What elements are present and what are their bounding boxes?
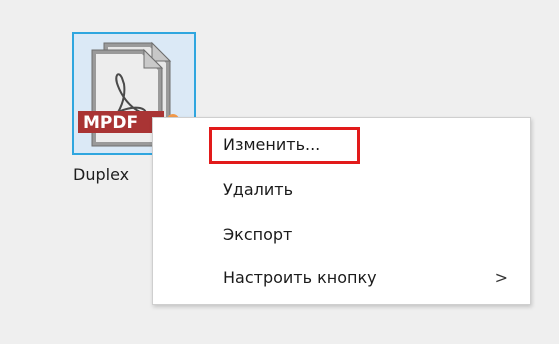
context-menu: Изменить... Удалить Экспорт Настроить кн… <box>152 117 531 305</box>
menu-item-delete[interactable]: Удалить <box>153 169 530 211</box>
highlight-annotation <box>209 127 360 164</box>
menu-item-label: Настроить кнопку <box>223 268 377 287</box>
mpdf-badge-text: MPDF <box>83 113 138 133</box>
menu-item-label: Удалить <box>223 180 293 199</box>
chevron-right-icon: > <box>494 268 508 287</box>
menu-item-label: Экспорт <box>223 225 293 244</box>
icon-label: Duplex <box>73 165 130 184</box>
menu-item-export[interactable]: Экспорт <box>153 214 530 256</box>
menu-item-customize-button[interactable]: Настроить кнопку > <box>153 257 530 299</box>
